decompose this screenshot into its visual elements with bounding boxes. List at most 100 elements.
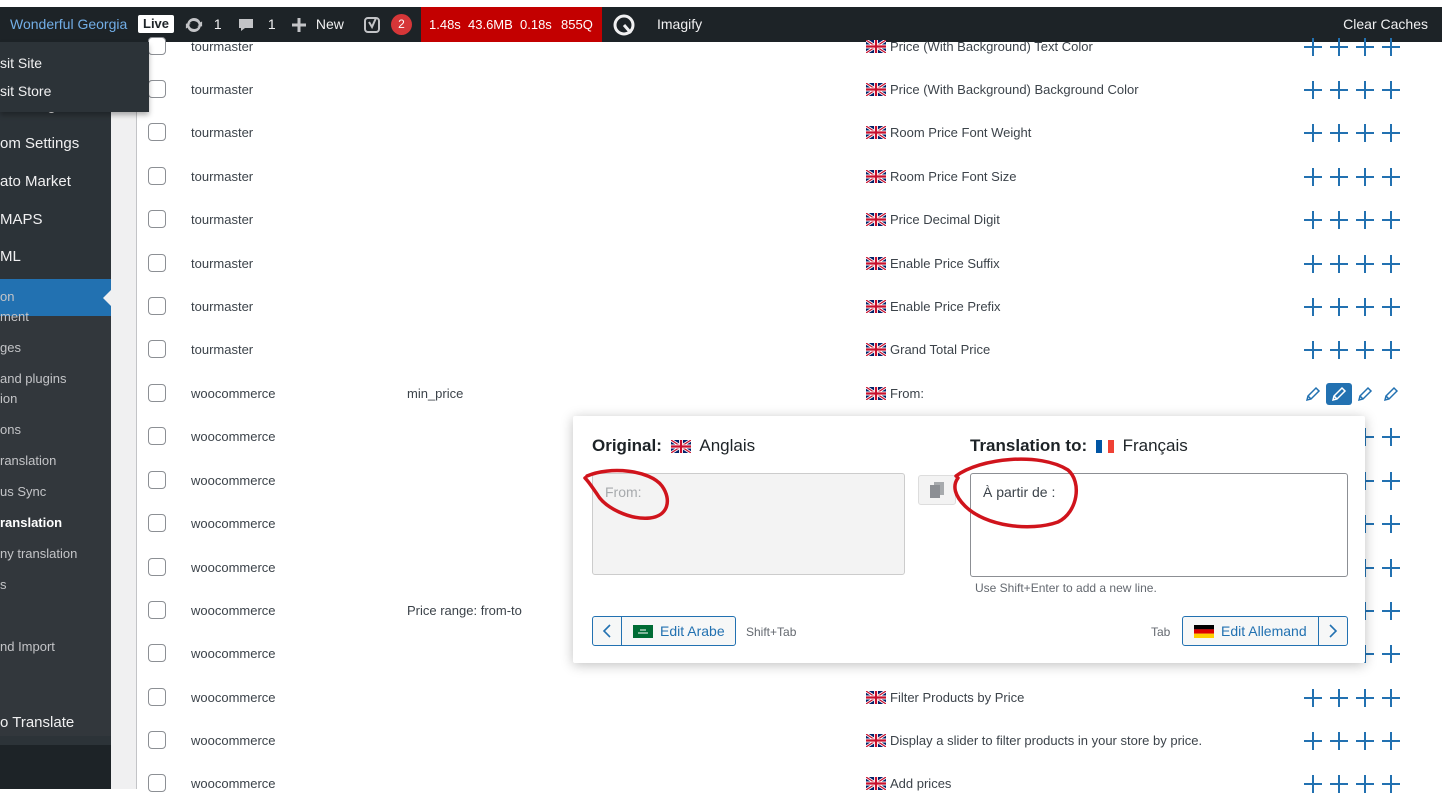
row-checkbox[interactable] bbox=[148, 123, 166, 141]
table-row: woocommerce Filter Products by Price bbox=[137, 676, 1442, 719]
sidebar-item-14[interactable]: ranslation bbox=[0, 515, 111, 530]
add-translation-button[interactable] bbox=[1326, 296, 1352, 318]
row-checkbox[interactable] bbox=[148, 774, 166, 792]
site-name-link[interactable]: Wonderful Georgia bbox=[10, 7, 127, 42]
add-translation-button[interactable] bbox=[1300, 209, 1326, 231]
row-checkbox[interactable] bbox=[148, 688, 166, 706]
add-translation-button[interactable] bbox=[1378, 122, 1404, 144]
add-translation-button[interactable] bbox=[1326, 166, 1352, 188]
add-translation-button[interactable] bbox=[1300, 166, 1326, 188]
sidebar-item-18[interactable]: o Translate bbox=[0, 714, 111, 731]
add-translation-button[interactable] bbox=[1300, 253, 1326, 275]
visit-site-link[interactable]: sit Site bbox=[0, 55, 42, 71]
row-checkbox[interactable] bbox=[148, 601, 166, 619]
copy-original-button[interactable] bbox=[918, 475, 956, 505]
add-translation-button[interactable] bbox=[1352, 79, 1378, 101]
visit-store-link[interactable]: sit Store bbox=[0, 83, 51, 99]
add-translation-button[interactable] bbox=[1352, 166, 1378, 188]
add-translation-button[interactable] bbox=[1378, 557, 1404, 579]
add-translation-button[interactable] bbox=[1300, 687, 1326, 709]
add-translation-button[interactable] bbox=[1300, 36, 1326, 58]
sidebar-item-8[interactable]: ges bbox=[0, 340, 111, 355]
row-checkbox[interactable] bbox=[148, 731, 166, 749]
row-checkbox[interactable] bbox=[148, 167, 166, 185]
add-translation-button[interactable] bbox=[1378, 253, 1404, 275]
sidebar-item-11[interactable]: ons bbox=[0, 422, 111, 437]
sidebar-item-2[interactable]: om Settings bbox=[0, 135, 111, 152]
sidebar-item-12[interactable]: ranslation bbox=[0, 453, 111, 468]
add-translation-button[interactable] bbox=[1352, 687, 1378, 709]
add-translation-button[interactable] bbox=[1378, 209, 1404, 231]
edit-translation-button[interactable] bbox=[1300, 383, 1326, 405]
add-translation-button[interactable] bbox=[1352, 209, 1378, 231]
add-translation-button[interactable] bbox=[1378, 600, 1404, 622]
edit-arabic-button[interactable]: Edit Arabe bbox=[592, 616, 736, 646]
edit-translation-button[interactable] bbox=[1326, 382, 1352, 405]
add-translation-button[interactable] bbox=[1378, 643, 1404, 665]
sidebar-item-6[interactable]: on bbox=[0, 289, 111, 304]
add-translation-button[interactable] bbox=[1326, 79, 1352, 101]
add-translation-button[interactable] bbox=[1352, 296, 1378, 318]
edit-translation-button[interactable] bbox=[1352, 383, 1378, 405]
add-translation-button[interactable] bbox=[1378, 470, 1404, 492]
sidebar-item-17[interactable]: nd Import bbox=[0, 639, 111, 654]
sidebar-item-5[interactable]: ML bbox=[0, 248, 111, 265]
add-translation-button[interactable] bbox=[1326, 687, 1352, 709]
row-checkbox[interactable] bbox=[148, 427, 166, 445]
add-translation-button[interactable] bbox=[1352, 773, 1378, 795]
row-checkbox[interactable] bbox=[148, 340, 166, 358]
add-translation-button[interactable] bbox=[1300, 339, 1326, 361]
add-translation-button[interactable] bbox=[1378, 36, 1404, 58]
plus-icon bbox=[1381, 514, 1401, 534]
add-translation-button[interactable] bbox=[1326, 339, 1352, 361]
add-translation-button[interactable] bbox=[1300, 773, 1326, 795]
row-checkbox[interactable] bbox=[148, 384, 166, 402]
row-checkbox[interactable] bbox=[148, 644, 166, 662]
sidebar-item-16[interactable]: s bbox=[0, 577, 111, 592]
add-translation-button[interactable] bbox=[1300, 730, 1326, 752]
edit-translation-button[interactable] bbox=[1378, 383, 1404, 405]
translation-input[interactable]: À partir de : bbox=[970, 473, 1348, 577]
add-translation-button[interactable] bbox=[1326, 253, 1352, 275]
add-translation-button[interactable] bbox=[1378, 426, 1404, 448]
translation-actions bbox=[1300, 25, 1404, 68]
add-translation-button[interactable] bbox=[1378, 687, 1404, 709]
france-flag-icon bbox=[1095, 440, 1114, 454]
sidebar-item-9[interactable]: and plugins bbox=[0, 371, 111, 386]
row-checkbox[interactable] bbox=[148, 37, 166, 55]
add-translation-button[interactable] bbox=[1326, 209, 1352, 231]
add-translation-button[interactable] bbox=[1352, 36, 1378, 58]
add-translation-button[interactable] bbox=[1378, 79, 1404, 101]
add-translation-button[interactable] bbox=[1378, 166, 1404, 188]
row-checkbox[interactable] bbox=[148, 471, 166, 489]
sidebar-item-3[interactable]: ato Market bbox=[0, 173, 111, 190]
add-translation-button[interactable] bbox=[1326, 36, 1352, 58]
sidebar-item-4[interactable]: MAPS bbox=[0, 211, 111, 228]
add-translation-button[interactable] bbox=[1326, 773, 1352, 795]
sidebar-item-7[interactable]: ment bbox=[0, 309, 111, 324]
row-checkbox[interactable] bbox=[148, 558, 166, 576]
row-checkbox[interactable] bbox=[148, 210, 166, 228]
add-translation-button[interactable] bbox=[1378, 296, 1404, 318]
add-translation-button[interactable] bbox=[1326, 122, 1352, 144]
sidebar-item-10[interactable]: ion bbox=[0, 391, 111, 406]
row-checkbox[interactable] bbox=[148, 254, 166, 272]
sidebar-item-15[interactable]: ny translation bbox=[0, 546, 111, 561]
row-checkbox[interactable] bbox=[148, 80, 166, 98]
add-translation-button[interactable] bbox=[1352, 730, 1378, 752]
add-translation-button[interactable] bbox=[1352, 122, 1378, 144]
row-checkbox[interactable] bbox=[148, 514, 166, 532]
add-translation-button[interactable] bbox=[1378, 513, 1404, 535]
add-translation-button[interactable] bbox=[1378, 730, 1404, 752]
add-translation-button[interactable] bbox=[1378, 773, 1404, 795]
row-checkbox[interactable] bbox=[148, 297, 166, 315]
sidebar-item-13[interactable]: us Sync bbox=[0, 484, 111, 499]
add-translation-button[interactable] bbox=[1326, 730, 1352, 752]
add-translation-button[interactable] bbox=[1300, 296, 1326, 318]
edit-german-button[interactable]: Edit Allemand bbox=[1182, 616, 1348, 646]
add-translation-button[interactable] bbox=[1352, 253, 1378, 275]
add-translation-button[interactable] bbox=[1300, 122, 1326, 144]
add-translation-button[interactable] bbox=[1300, 79, 1326, 101]
add-translation-button[interactable] bbox=[1352, 339, 1378, 361]
add-translation-button[interactable] bbox=[1378, 339, 1404, 361]
